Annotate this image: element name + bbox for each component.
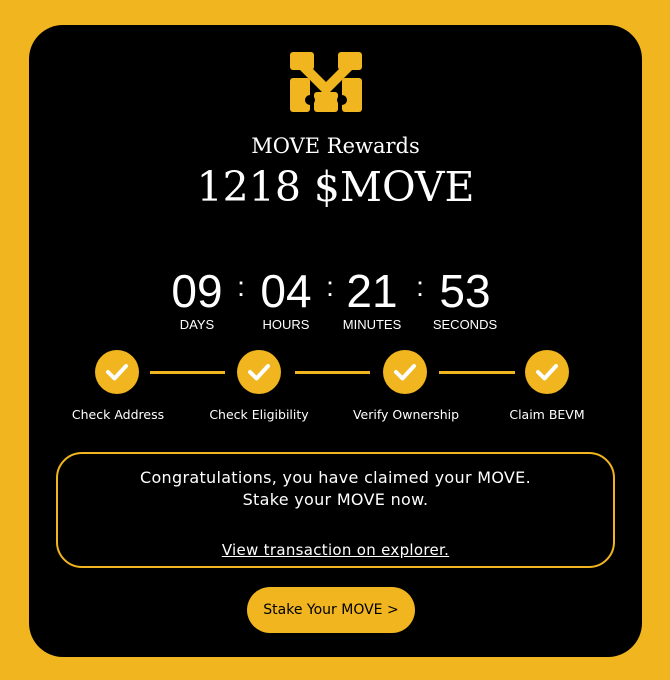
step-connector	[439, 371, 515, 374]
rewards-amount: 1218 $MOVE	[196, 163, 475, 211]
step-claim-bevm	[525, 350, 569, 394]
notice-line-1: Congratulations, you have claimed your M…	[140, 468, 531, 487]
step-label: Check Eligibility	[209, 407, 309, 422]
check-icon	[248, 364, 270, 381]
step-verify-ownership	[383, 350, 427, 394]
stake-button[interactable]: Stake Your MOVE >	[247, 587, 415, 633]
countdown-seconds-value: 53	[439, 265, 491, 317]
rewards-card: MOVE Rewards 1218 $MOVE 09 DAYS : 04 HOU…	[29, 25, 642, 657]
countdown-seconds-label: SECONDS	[432, 317, 498, 332]
check-icon	[106, 364, 128, 381]
notice-line-2: Stake your MOVE now.	[242, 490, 429, 509]
rewards-label: MOVE Rewards	[251, 134, 420, 158]
step-check-address	[95, 350, 139, 394]
check-icon	[536, 364, 558, 381]
move-logo-icon	[290, 52, 362, 112]
countdown-seconds: 53 SECONDS	[410, 263, 520, 333]
step-connector	[150, 371, 225, 374]
claim-notice: Congratulations, you have claimed your M…	[56, 452, 615, 568]
step-label: Check Address	[71, 407, 165, 422]
step-label: Verify Ownership	[352, 407, 460, 422]
step-label: Claim BEVM	[509, 407, 585, 422]
step-connector	[295, 371, 370, 374]
step-check-eligibility	[237, 350, 281, 394]
explorer-link[interactable]: View transaction on explorer.	[222, 541, 449, 559]
check-icon	[394, 364, 416, 381]
